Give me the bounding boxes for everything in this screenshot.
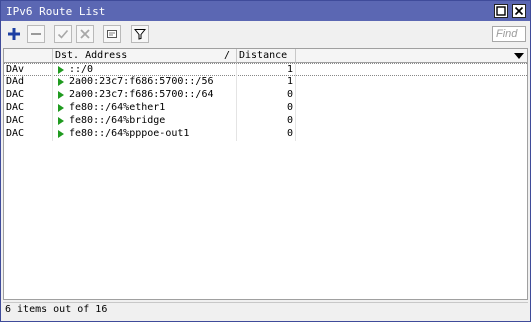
dst-address-cell: 2a00:23c7:f686:5700::/64 [53,89,237,102]
flags-cell: DAC [4,115,53,128]
table-row[interactable]: DAC fe80::/64%bridge 0 [4,115,527,128]
column-header-dst-address[interactable]: Dst. Address / [53,49,237,63]
table-row[interactable]: DAv ::/0 1 [4,63,527,77]
distance-cell: 1 [237,76,296,89]
column-header-flags[interactable] [4,49,53,63]
dst-address-cell: 2a00:23c7:f686:5700::/56 [53,76,237,89]
close-button[interactable] [512,4,526,18]
table-row[interactable]: DAC fe80::/64%pppoe-out1 0 [4,128,527,141]
column-header-label: Distance [239,50,288,61]
remove-button[interactable] [27,25,45,43]
check-icon [57,29,69,39]
table-row[interactable]: DAC 2a00:23c7:f686:5700::/64 0 [4,89,527,102]
route-arrow-icon [58,66,64,74]
column-header-label: Dst. Address [55,50,128,61]
route-arrow-icon [58,78,64,86]
flags-cell: DAC [4,89,53,102]
dst-address-text: fe80::/64%ether1 [69,102,166,113]
dst-address-text: fe80::/64%pppoe-out1 [69,128,190,139]
distance-cell: 0 [237,102,296,115]
ipv6-route-list-window: IPv6 Route List Find Dst. Address / Dist… [0,0,531,322]
enable-button[interactable] [54,25,72,43]
comment-button[interactable] [103,25,121,43]
filter-button[interactable] [131,25,149,43]
table-row[interactable]: DAd 2a00:23c7:f686:5700::/56 1 [4,76,527,89]
dst-address-text: ::/0 [69,64,94,75]
flags-cell: DAC [4,102,53,115]
toolbar [1,22,530,47]
dst-address-cell: fe80::/64%ether1 [53,102,237,115]
dst-address-cell: fe80::/64%pppoe-out1 [53,128,237,141]
filter-icon [134,29,146,40]
find-input[interactable] [492,26,526,42]
flags-cell: DAC [4,128,53,141]
dst-address-text: 2a00:23c7:f686:5700::/56 [69,76,214,87]
add-button[interactable] [5,25,23,43]
distance-cell: 0 [237,89,296,102]
restore-button[interactable] [494,4,508,18]
window-title: IPv6 Route List [6,4,106,18]
table-row[interactable]: DAC fe80::/64%ether1 0 [4,102,527,115]
disable-button[interactable] [76,25,94,43]
plus-icon [8,28,20,40]
route-arrow-icon [58,91,64,99]
route-arrow-icon [58,130,64,138]
minus-icon [31,33,41,35]
dst-address-cell: fe80::/64%bridge [53,115,237,128]
route-table: Dst. Address / Distance DAv ::/0 1 DAd 2… [3,48,528,300]
note-icon [107,30,117,38]
dst-address-text: 2a00:23c7:f686:5700::/64 [69,89,214,100]
route-arrow-icon [58,117,64,125]
status-bar: 6 items out of 16 [3,302,528,319]
flags-cell: DAd [4,76,53,89]
sort-indicator: / [223,50,230,61]
title-bar[interactable]: IPv6 Route List [1,1,530,21]
close-icon [514,6,524,16]
dst-address-text: fe80::/64%bridge [69,115,166,126]
x-icon [80,29,90,39]
column-header-distance[interactable]: Distance [237,49,296,63]
distance-cell: 0 [237,115,296,128]
restore-icon [496,6,506,16]
item-count-text: 6 items out of 16 [5,304,108,315]
route-arrow-icon [58,104,64,112]
column-header-filler [296,49,527,63]
distance-cell: 0 [237,128,296,141]
column-menu-icon[interactable] [514,53,524,59]
